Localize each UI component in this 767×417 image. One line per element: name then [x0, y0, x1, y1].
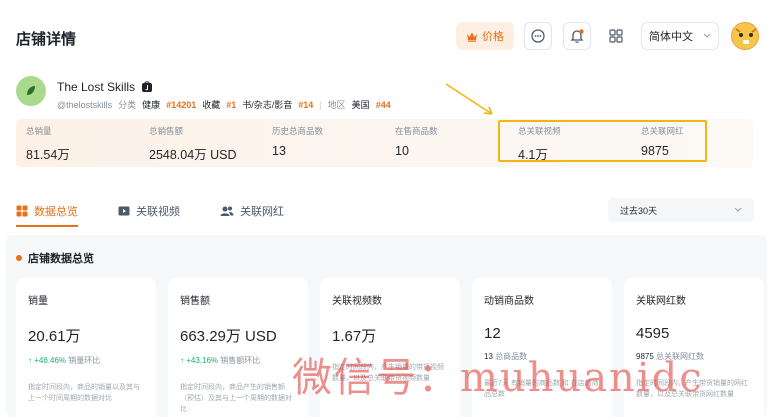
change-label: 销售额环比	[220, 356, 261, 365]
card-change: 9875 总关联网红数	[636, 351, 752, 362]
card-title: 销量	[28, 296, 48, 307]
category-value: 健康	[142, 100, 161, 110]
section-title: 店铺数据总览	[16, 250, 94, 266]
stat-label: 历史总商品数	[272, 126, 324, 136]
language-select[interactable]: 简体中文	[641, 22, 719, 50]
tab-label: 数据总览	[34, 206, 78, 218]
card-title: 关联网红数	[636, 296, 686, 307]
change-percent: ↑ +46.46%	[28, 356, 67, 365]
stat-label: 总销量	[26, 126, 52, 136]
books-rank: #14	[298, 99, 314, 110]
stat-on-sale-products: 在售商品数 10	[395, 125, 438, 158]
users-icon	[220, 206, 234, 216]
chat-icon	[531, 29, 545, 43]
change-label: 总商品数	[495, 352, 528, 361]
price-label: 价格	[482, 31, 504, 43]
stat-total-revenue: 总销售额 2548.04万 USD	[149, 125, 237, 163]
metric-card-sales: 销量 20.61万 ↑ +46.46% 销量环比 指定时间段内，商品的销量以及其…	[16, 278, 156, 417]
metric-card-influencers: 关联网红数 4595 9875 总关联网红数 指定时间段内，产生带货销量的网红数…	[624, 278, 764, 417]
card-value: 20.61万	[28, 328, 81, 345]
region-rank: #44	[375, 99, 391, 110]
leaf-logo-icon	[27, 86, 35, 95]
stat-value: 81.54万	[26, 148, 70, 162]
card-value: 1.67万	[332, 328, 377, 345]
shop-handle: @thelostskills	[57, 99, 113, 110]
change-label: 销量环比	[68, 356, 101, 365]
chat-button[interactable]	[524, 22, 552, 50]
tiger-avatar-icon	[732, 23, 758, 49]
bullet-dot	[16, 255, 22, 261]
card-value: 663.29万 USD	[180, 328, 277, 345]
period-select[interactable]: 过去30天	[608, 198, 754, 222]
stat-value: 13	[272, 144, 286, 158]
metric-card-revenue: 销售额 663.29万 USD ↑ +43.16% 销售额环比 指定时间段内，商…	[168, 278, 308, 417]
tab-linked-influencers[interactable]: 关联网红	[220, 203, 284, 219]
active-tab-indicator	[16, 225, 78, 227]
collection-rank: #1	[226, 99, 237, 110]
card-change: ↑ +43.16% 销售额环比	[180, 355, 296, 366]
shop-name: The Lost Skills	[57, 80, 153, 94]
crown-icon	[467, 32, 477, 42]
books-label: 书/杂志/影音	[242, 100, 293, 110]
shop-meta: @thelostskills 分类 健康 #14201 收藏 #1 书/杂志/影…	[57, 98, 391, 111]
card-change: 13 总商品数	[484, 351, 600, 362]
section-title-text: 店铺数据总览	[28, 253, 94, 265]
stat-label: 总销售额	[149, 126, 184, 136]
price-button[interactable]: 价格	[456, 22, 514, 50]
tiktok-shop-icon	[142, 81, 153, 92]
card-title: 动销商品数	[484, 296, 534, 307]
category-label: 分类	[118, 100, 137, 110]
stat-label: 在售商品数	[395, 126, 438, 136]
notification-button[interactable]	[563, 22, 591, 50]
page-title: 店铺详情	[16, 31, 77, 48]
card-value: 12	[484, 325, 501, 342]
highlight-box	[498, 120, 707, 162]
stat-value: 2548.04万 USD	[149, 148, 237, 162]
stat-total-sales: 总销量 81.54万	[26, 125, 70, 163]
stat-history-products: 历史总商品数 13	[272, 125, 323, 158]
metric-card-videos: 关联视频数 1.67万 指定时间段内，产生销量的带货视频数量，以及总关联带货视频…	[320, 278, 460, 417]
collection-label: 收藏	[202, 100, 221, 110]
card-description: 指定时间段内，商品的销量以及其与上一个时间周期的数据对比	[28, 384, 140, 403]
annotation-arrow	[445, 83, 493, 115]
chevron-down-icon	[734, 207, 742, 212]
apps-grid-icon	[609, 29, 623, 43]
chevron-down-icon	[703, 33, 711, 38]
apps-button[interactable]	[602, 22, 630, 50]
language-label: 简体中文	[649, 31, 693, 43]
card-description: 指定时间段内，商品产生的销售额（预估）及其与上一个周期的数据对比	[180, 384, 292, 414]
video-icon	[118, 206, 130, 216]
change-count: 13	[484, 352, 493, 361]
divider: |	[319, 99, 322, 110]
category-rank: #14201	[166, 99, 197, 110]
card-description: 指定时间段内，产生带货销量的网红数量，以及总关联带货网红数量	[636, 380, 748, 399]
region-label: 地区	[327, 100, 346, 110]
tab-label: 关联网红	[240, 206, 284, 218]
card-title: 关联视频数	[332, 296, 382, 307]
change-count: 9875	[636, 352, 654, 361]
card-description: 指定时间段内，产生销量的带货视频数量，以及总关联带货视频数量	[332, 364, 444, 383]
card-change: ↑ +46.46% 销量环比	[28, 355, 144, 366]
region-value: 美国	[351, 100, 370, 110]
change-percent: ↑ +43.16%	[180, 356, 219, 365]
shop-logo	[16, 76, 46, 106]
metric-card-active-products: 动销商品数 12 13 总商品数 最近7天 有销量的商品数 和 在店的商品总数	[472, 278, 612, 417]
tab-data-overview[interactable]: 数据总览	[16, 203, 78, 219]
user-avatar[interactable]	[731, 22, 759, 50]
period-value: 过去30天	[620, 205, 658, 216]
grid-icon	[16, 205, 28, 217]
card-value: 4595	[636, 325, 670, 342]
bell-icon	[570, 29, 584, 43]
stat-value: 10	[395, 144, 409, 158]
tab-linked-videos[interactable]: 关联视频	[118, 203, 180, 219]
card-description: 最近7天 有销量的商品数 和 在店的商品总数	[484, 380, 599, 399]
shop-name-text: The Lost Skills	[57, 80, 136, 94]
card-title: 销售额	[180, 296, 210, 307]
change-label: 总关联网红数	[656, 352, 705, 361]
tab-label: 关联视频	[136, 206, 180, 218]
